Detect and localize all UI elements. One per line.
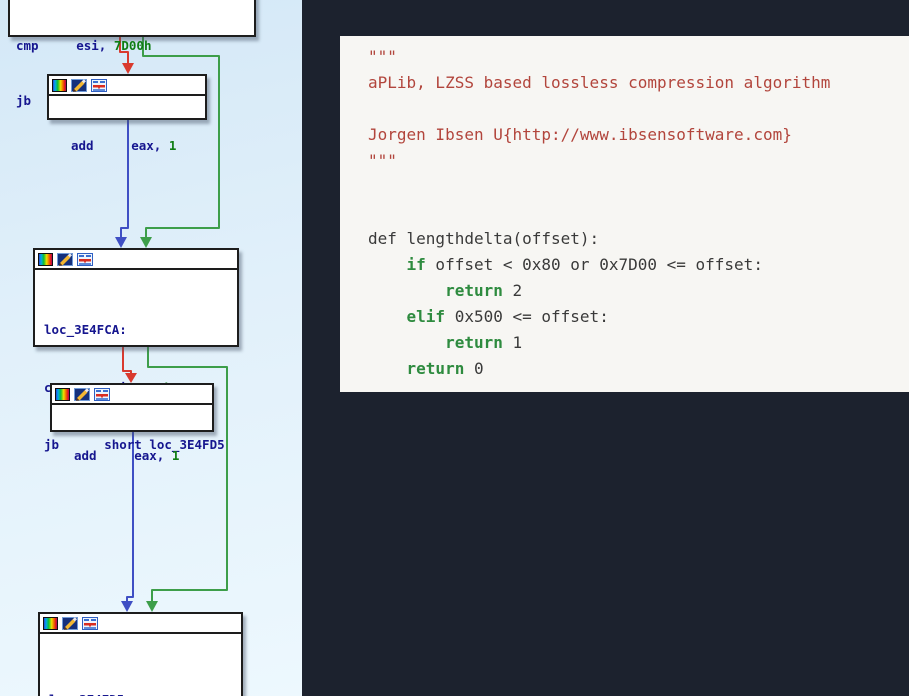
code-line bbox=[368, 200, 909, 226]
asm-label: loc_3E4FCA: bbox=[44, 320, 237, 340]
code-line: return 2 bbox=[368, 278, 909, 304]
basic-block-loc-3E4FCA[interactable]: loc_3E4FCA: cmp esi, 500h jb short loc_3… bbox=[33, 248, 239, 347]
palette-icon[interactable] bbox=[52, 79, 67, 92]
code-line: """ bbox=[368, 148, 909, 174]
code-line: """ bbox=[368, 44, 909, 70]
edit-icon[interactable] bbox=[71, 79, 87, 92]
asm-label: loc_3E4FD5: bbox=[49, 690, 241, 696]
edit-icon[interactable] bbox=[62, 617, 78, 630]
palette-icon[interactable] bbox=[38, 253, 53, 266]
palette-icon[interactable] bbox=[43, 617, 58, 630]
disassembly-graph-pane[interactable]: cmp esi, 7D00h jb short loc_3E4FCA add e… bbox=[0, 0, 302, 696]
code-panel[interactable]: """ aPLib, LZSS based lossless compressi… bbox=[340, 36, 909, 392]
block-header-bar bbox=[40, 614, 241, 634]
code-line: def lengthdelta(offset): bbox=[368, 226, 909, 252]
code-line: Jorgen Ibsen U{http://www.ibsensoftware.… bbox=[368, 122, 909, 148]
block-header-bar bbox=[52, 385, 212, 405]
edit-icon[interactable] bbox=[57, 253, 73, 266]
collapse-node-icon[interactable] bbox=[91, 79, 107, 92]
block-header-bar bbox=[35, 250, 237, 270]
asm-line: add eax, 1 bbox=[74, 446, 212, 466]
palette-icon[interactable] bbox=[55, 388, 70, 401]
code-line: return 1 bbox=[368, 330, 909, 356]
basic-block-entry[interactable]: cmp esi, 7D00h jb short loc_3E4FCA bbox=[8, 0, 256, 37]
collapse-node-icon[interactable] bbox=[94, 388, 110, 401]
screenshot-root: cmp esi, 7D00h jb short loc_3E4FCA add e… bbox=[0, 0, 909, 696]
block-header-bar bbox=[49, 76, 205, 96]
code-line: aPLib, LZSS based lossless compression a… bbox=[368, 70, 909, 96]
basic-block-add-2[interactable]: add eax, 1 bbox=[50, 383, 214, 432]
edit-icon[interactable] bbox=[74, 388, 90, 401]
code-line: return 0 bbox=[368, 356, 909, 382]
code-line bbox=[368, 96, 909, 122]
basic-block-loc-3E4FD5[interactable]: loc_3E4FD5: cmp esi, 80h jb short loc_3E… bbox=[38, 612, 243, 696]
code-line: elif 0x500 <= offset: bbox=[368, 304, 909, 330]
collapse-node-icon[interactable] bbox=[77, 253, 93, 266]
code-line: if offset < 0x80 or 0x7D00 <= offset: bbox=[368, 252, 909, 278]
collapse-node-icon[interactable] bbox=[82, 617, 98, 630]
asm-line: cmp esi, 7D00h bbox=[16, 37, 254, 54]
code-line bbox=[368, 174, 909, 200]
asm-line: add eax, 1 bbox=[71, 136, 205, 156]
basic-block-add-1[interactable]: add eax, 1 bbox=[47, 74, 207, 120]
